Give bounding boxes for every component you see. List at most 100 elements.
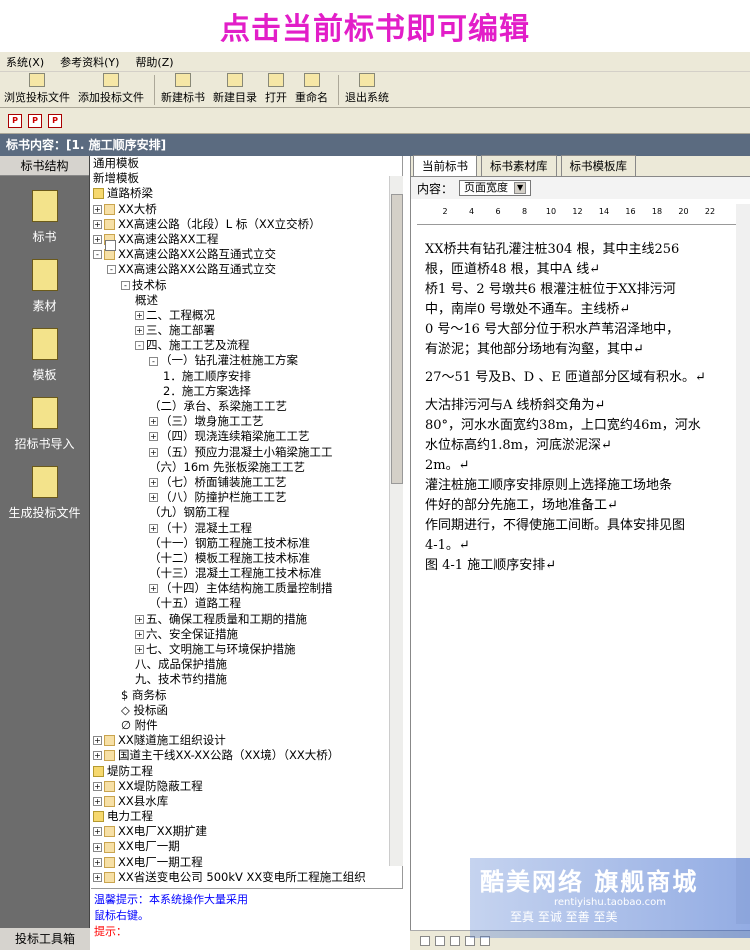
menu-reference[interactable]: 参考资料(Y) (60, 54, 119, 70)
new-bid-button[interactable]: 新建标书 (161, 73, 205, 107)
expand-icon[interactable]: + (135, 614, 144, 624)
tree-node[interactable]: - XX高速公路XX公路互通式立交 (91, 240, 402, 277)
expand-icon[interactable]: + (135, 629, 144, 639)
tree-node[interactable]: 八、成品保护措施 (91, 240, 402, 672)
tree-node[interactable]: 1．施工顺序安排 (91, 240, 402, 384)
tree-node[interactable]: - 技术标 (91, 240, 402, 293)
new-folder-button[interactable]: 新建目录 (213, 73, 257, 107)
tree-node[interactable]: + （四）现浇连续箱梁施工工艺 (91, 240, 402, 444)
tree-node[interactable]: 电力工程 (91, 809, 402, 824)
exit-button[interactable]: 退出系统 (345, 73, 389, 107)
collapse-icon[interactable]: - (121, 280, 130, 290)
menu-help[interactable]: 帮助(Z) (135, 54, 173, 70)
collapse-icon[interactable]: - (107, 265, 116, 275)
collapse-icon[interactable]: - (135, 341, 144, 351)
browse-bid-button[interactable]: 浏览投标文件 (4, 73, 70, 107)
open-button[interactable]: 打开 (265, 73, 287, 107)
bid-button[interactable]: 标书 (0, 190, 89, 245)
tree-node[interactable]: + XX省送变电公司 500kV XX变电所工程施工组织 (91, 870, 402, 885)
expand-icon[interactable]: + (149, 417, 158, 427)
tree-node[interactable]: - 四、施工工艺及流程 (91, 240, 402, 353)
tree-node[interactable]: （二）承台、系梁施工工艺 (91, 240, 402, 414)
tree-node[interactable]: + 五、确保工程质量和工期的措施 (91, 240, 402, 627)
tree-node[interactable]: + （十四）主体结构施工质量控制措 (91, 240, 402, 596)
tree-node[interactable]: + XX高速公路XX工程 (91, 232, 402, 247)
tree-node[interactable]: $ 商务标 (91, 688, 402, 703)
expand-icon[interactable]: + (93, 219, 102, 229)
tree-node[interactable]: ∅ 附件 (91, 718, 402, 733)
tree-node[interactable]: 通用模板 (91, 156, 402, 171)
tree-node[interactable]: 堤防工程 (91, 764, 402, 779)
expand-icon[interactable]: + (93, 796, 102, 806)
generate-bid-button[interactable]: 生成投标文件 (0, 466, 89, 521)
expand-icon[interactable]: + (135, 326, 144, 336)
expand-icon[interactable]: + (149, 432, 158, 442)
tree-node[interactable]: （十二）模板工程施工技术标准 (91, 240, 402, 566)
tree-node[interactable]: + （五）预应力混凝土小箱梁施工工 (91, 240, 402, 460)
material-button[interactable]: 素材 (0, 259, 89, 314)
tree-node[interactable]: ◇ 投标函 (91, 703, 402, 718)
tree-node[interactable]: 九、技术节约措施 (91, 240, 402, 687)
tree-node[interactable]: + XX大桥 (91, 202, 402, 217)
tree-node[interactable]: + XX电厂一期 (91, 839, 402, 854)
expand-icon[interactable]: + (93, 857, 102, 867)
pdf-icon[interactable]: P (8, 113, 22, 128)
tree-node[interactable]: 2．施工方案选择 (91, 240, 402, 399)
expand-icon[interactable]: + (93, 235, 102, 245)
add-bid-button[interactable]: 添加投标文件 (78, 73, 144, 107)
tree-node[interactable]: （十一）钢筋工程施工技术标准 (91, 240, 402, 551)
expand-icon[interactable]: + (149, 447, 158, 457)
template-button[interactable]: 模板 (0, 328, 89, 383)
tree-node[interactable]: （九）钢筋工程 (91, 240, 402, 520)
tree-node[interactable]: + XX县水库 (91, 794, 402, 809)
tree-node[interactable]: + （三）墩身施工工艺 (91, 240, 402, 429)
tree-node[interactable]: - （一）钻孔灌注桩施工方案 (91, 240, 402, 368)
view-normal-icon[interactable] (420, 935, 430, 946)
tree-node[interactable]: + XX电厂一期工程 (91, 855, 402, 870)
pdf-icon[interactable]: P (48, 113, 62, 128)
tree-node[interactable]: + XX隧道施工组织设计 (91, 733, 402, 748)
zoom-select[interactable]: 页面宽度 ▼ (459, 180, 532, 196)
tree-node[interactable]: + 七、文明施工与环境保护措施 (91, 240, 402, 657)
expand-icon[interactable]: + (93, 872, 102, 882)
toolbox-footer[interactable]: 投标工具箱 (0, 928, 90, 950)
tree-scrollbar[interactable] (389, 176, 403, 866)
collapse-icon[interactable]: - (93, 250, 102, 260)
tree-node[interactable]: + （十）混凝土工程 (91, 240, 402, 536)
rename-button[interactable]: 重命名 (295, 73, 328, 107)
tree-node[interactable]: （十三）混凝土工程施工技术标准 (91, 240, 402, 581)
import-tender-button[interactable]: 招标书导入 (0, 397, 89, 452)
expand-icon[interactable]: + (149, 584, 158, 594)
pdf-icon[interactable]: P (28, 113, 42, 128)
tree-node[interactable]: + 六、安全保证措施 (91, 240, 402, 642)
expand-icon[interactable]: + (93, 827, 102, 837)
expand-icon[interactable]: + (135, 310, 144, 320)
expand-icon[interactable]: + (93, 204, 102, 214)
view-print-icon[interactable] (450, 935, 460, 946)
tree-node[interactable]: + 三、施工部署 (91, 240, 402, 338)
editor-scrollbar[interactable] (736, 204, 750, 924)
expand-icon[interactable]: + (93, 842, 102, 852)
tree-node[interactable]: + （八）防撞护栏施工工艺 (91, 240, 402, 505)
tree-node[interactable]: + XX高速公路（北段）L 标（XX立交桥） (91, 217, 402, 232)
expand-icon[interactable]: + (149, 493, 158, 503)
collapse-icon[interactable]: - (149, 356, 158, 366)
tree-node[interactable]: + 国道主干线XX-XX公路（XX境）（XX大桥） (91, 748, 402, 763)
scrollbar-thumb[interactable] (391, 194, 403, 484)
tab-material-library[interactable]: 标书素材库 (481, 155, 557, 176)
tree-node[interactable]: + XX电厂XX期扩建 (91, 824, 402, 839)
tree-node[interactable]: （六）16m 先张板梁施工工艺 (91, 240, 402, 475)
tree-node[interactable]: 概述 (91, 240, 402, 308)
tab-template-library[interactable]: 标书模板库 (560, 155, 636, 176)
expand-icon[interactable]: + (149, 478, 158, 488)
tree-node[interactable]: （十五）道路工程 (91, 240, 402, 611)
expand-icon[interactable]: + (93, 781, 102, 791)
document-body[interactable]: XX桥共有钻孔灌注桩304 根，其中主线256 根，匝道桥48 根，其中A 线↵ 桥… (425, 240, 740, 576)
tab-current-bid[interactable]: 当前标书 (413, 155, 477, 176)
tree-node[interactable]: 道路桥梁 (91, 186, 402, 201)
expand-icon[interactable]: + (135, 645, 144, 655)
expand-icon[interactable]: + (149, 523, 158, 533)
tree-node[interactable]: - XX高速公路XX公路互通式立交 (91, 247, 402, 262)
tree-node[interactable]: 新增模板 (91, 171, 402, 186)
expand-icon[interactable]: + (93, 751, 102, 761)
